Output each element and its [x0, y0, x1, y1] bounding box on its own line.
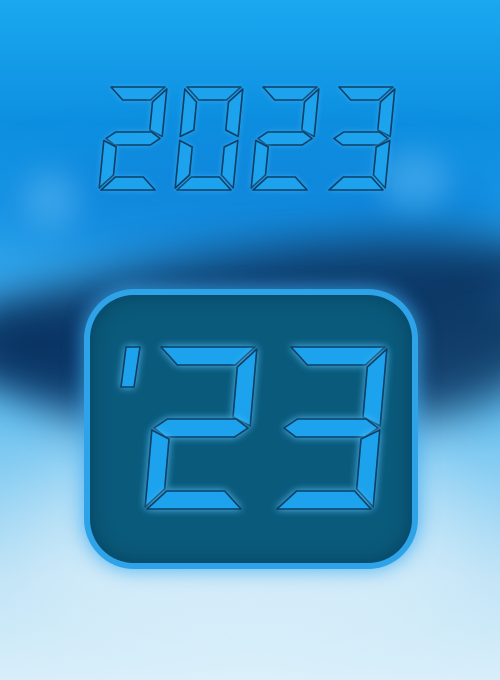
digit-badge-1-segment-d — [276, 490, 372, 510]
digit-2-segment-g — [257, 131, 313, 146]
digit-3-segment-g — [333, 131, 389, 146]
badge-23: ' 23 — [90, 295, 412, 563]
apostrophe-mark — [120, 346, 141, 388]
digit-badge-1-segment-a — [290, 346, 386, 366]
digit-badge-0-segment-g — [153, 418, 249, 438]
digit-0-segment-g — [105, 131, 161, 146]
year-display: 2023 — [95, 82, 405, 197]
digit-badge-1-segment-g — [283, 418, 379, 438]
digit-badge-0-segment-a — [160, 346, 256, 366]
digit-3-segment-c — [372, 139, 391, 189]
digit-1-segment-c — [220, 139, 239, 189]
badge-digits — [120, 346, 388, 510]
digit-1-segment-f — [179, 88, 198, 138]
digit-badge-0-segment-d — [146, 490, 242, 510]
year-digits — [98, 86, 396, 191]
digit-badge-1-segment-c — [355, 429, 381, 508]
digit-3-segment-d — [328, 176, 384, 191]
